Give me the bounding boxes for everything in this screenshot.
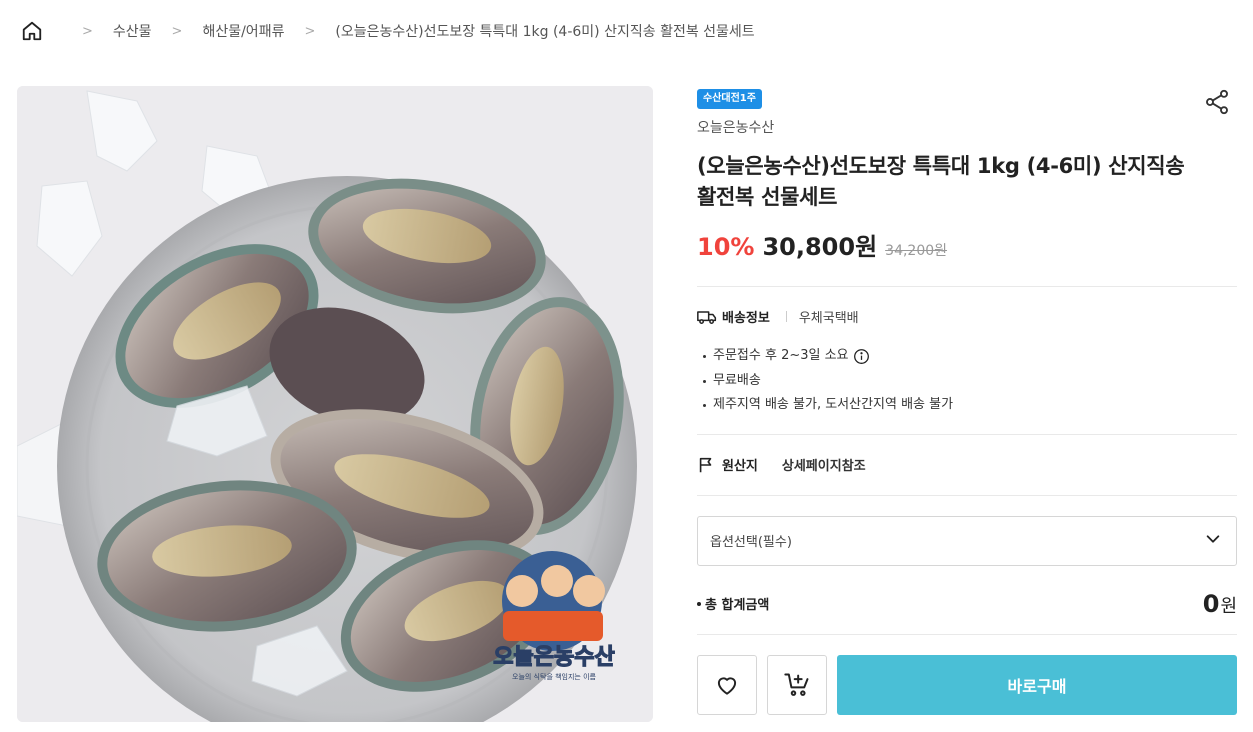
shipping-note: 주문접수 후 2~3일 소요 [713, 348, 849, 363]
list-item: 무료배송 [703, 369, 1237, 394]
price-row: 10% 30,800원 34,200원 [697, 227, 1237, 262]
seller-name[interactable]: 오늘은농수산 [697, 117, 1237, 137]
divider [697, 433, 1237, 435]
total-amount: 0 원 [1203, 590, 1237, 618]
option-select-placeholder: 옵션선택(필수) [710, 535, 792, 550]
total-row: 총 합계금액 0 원 [697, 588, 1237, 620]
product-info-panel: 수산대전1주 오늘은농수산 (오늘은농수산)선도보장 특특대 1kg (4-6미… [697, 86, 1237, 715]
heart-icon [717, 676, 737, 695]
option-select[interactable]: 옵션선택(필수) [697, 515, 1237, 566]
sale-price: 30,800원 [762, 233, 878, 261]
breadcrumb: > 수산물 > 해산물/어패류 > (오늘은농수산)선도보장 특특대 1kg (… [20, 18, 755, 44]
shipping-note: 무료배송 [713, 372, 761, 388]
origin-info: 원산지 상세페이지참조 [697, 455, 1237, 475]
discount-rate: 10% [697, 233, 755, 261]
product-image[interactable]: 오늘은농수산 오늘의 식탁을 책임지는 이름 [17, 86, 653, 722]
total-number: 0 [1202, 589, 1220, 618]
separator [785, 311, 787, 322]
info-icon[interactable] [853, 348, 870, 365]
shipping-note: 제주지역 배송 불가, 도서산간지역 배송 불가 [713, 397, 954, 412]
product-title: (오늘은농수산)선도보장 특특대 1kg (4-6미) 산지직송 활전복 선물세… [697, 154, 1185, 209]
buy-now-button[interactable]: 바로구매 [837, 654, 1237, 715]
logo-tagline: 오늘의 식탁을 책임지는 이름 [512, 672, 597, 681]
breadcrumb-item-category[interactable]: 수산물 [113, 21, 152, 41]
chevron-right-icon: > [304, 23, 316, 39]
add-to-cart-button[interactable] [767, 654, 827, 715]
cart-add-icon [784, 673, 809, 696]
divider [697, 494, 1237, 496]
action-buttons: 바로구매 [697, 654, 1237, 715]
home-icon[interactable] [20, 19, 44, 43]
origin-value: 상세페이지참조 [781, 459, 866, 474]
breadcrumb-item-subcategory[interactable]: 해산물/어패류 [202, 21, 284, 41]
list-item: 제주지역 배송 불가, 도서산간지역 배송 불가 [703, 393, 1237, 418]
total-unit: 원 [1220, 595, 1237, 617]
shipping-label: 배송정보 [722, 311, 770, 326]
divider [697, 633, 1237, 635]
origin-label: 원산지 [722, 459, 758, 474]
list-item: 주문접수 후 2~3일 소요 [703, 344, 1237, 369]
chevron-right-icon: > [82, 23, 93, 39]
chevron-down-icon [1204, 530, 1222, 552]
truck-icon [697, 309, 717, 325]
divider [697, 286, 1237, 287]
total-label: 총 합계금액 [697, 594, 769, 613]
shipping-carrier: 우체국택배 [798, 311, 859, 326]
flag-icon [697, 456, 715, 474]
logo-name: 오늘은농수산 [493, 645, 614, 670]
chevron-right-icon: > [171, 23, 183, 39]
shipping-notes: 주문접수 후 2~3일 소요 무료배송 제주지역 배송 불가, 도서산간지역 배… [703, 344, 1237, 418]
shipping-info: 배송정보 우체국택배 [697, 307, 1237, 326]
promo-badge: 수산대전1주 [697, 89, 762, 109]
share-icon[interactable] [1203, 88, 1231, 116]
wishlist-button[interactable] [697, 654, 757, 715]
breadcrumb-item-product[interactable]: (오늘은농수산)선도보장 특특대 1kg (4-6미) 산지직송 활전복 선물세… [335, 21, 754, 41]
original-price: 34,200원 [885, 243, 948, 259]
